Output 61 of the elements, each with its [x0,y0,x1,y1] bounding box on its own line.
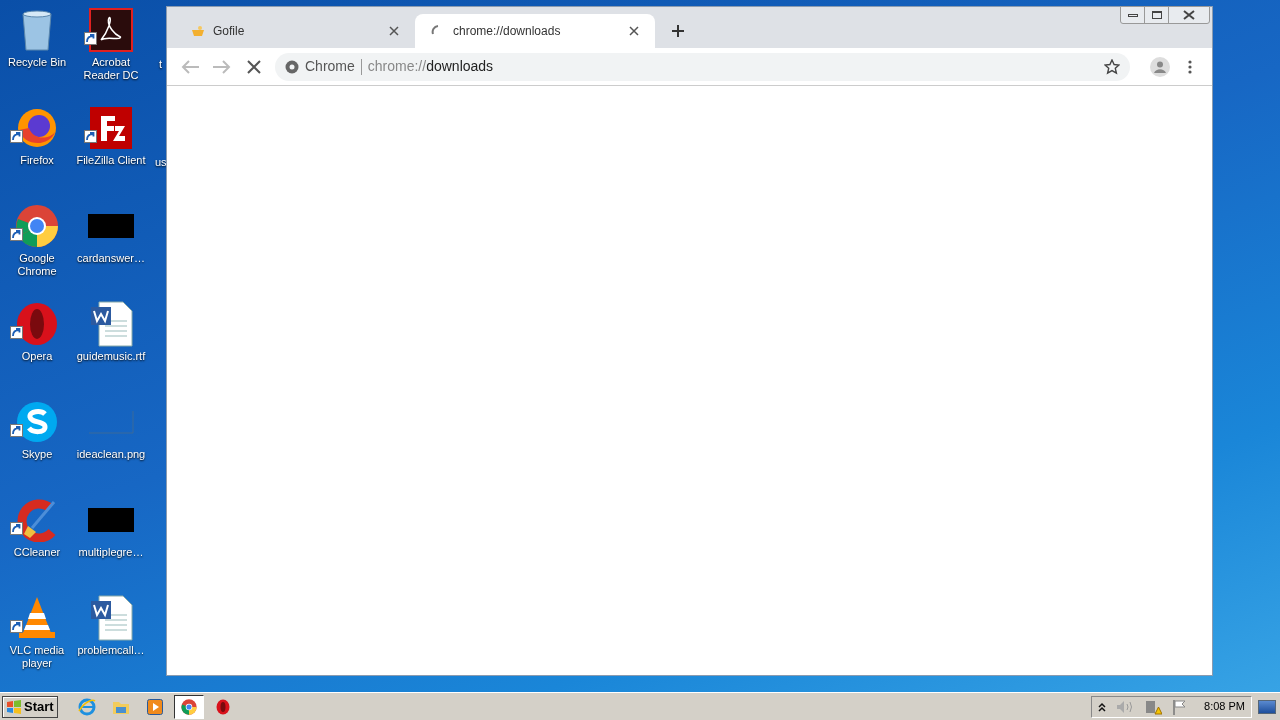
shortcut-arrow-icon [84,130,97,143]
o-logo-icon[interactable] [15,302,59,346]
desktop-icon-label[interactable]: Firefox [19,154,55,167]
start-button[interactable]: Start [2,695,58,718]
chrome-logo-icon [285,59,299,74]
file-thumbnail[interactable] [88,508,134,532]
desktop-icon-label[interactable]: Google Chrome [0,252,74,278]
shortcut-arrow-icon [10,228,23,241]
desktop-icon-label[interactable]: guidemusic.rtf [75,350,147,363]
document-logo-icon[interactable] [89,8,133,52]
show-desktop-button[interactable] [1258,699,1276,714]
desktop-icon-label[interactable]: Skype [20,448,54,461]
stop-icon[interactable] [247,59,261,74]
desktop-icon-label[interactable]: us [155,156,167,169]
desktop-icon-label[interactable]: t [159,58,163,71]
menu-icon[interactable] [1188,59,1192,74]
fox-globe-icon[interactable] [15,106,59,150]
desktop-icon-label[interactable]: multiplegre… [77,546,145,559]
desktop-icon-label[interactable]: Recycle Bin [6,56,68,69]
windows-logo-icon [6,699,22,714]
desktop-icon-label[interactable]: CCleaner [12,546,62,559]
desktop-icon-label[interactable]: Opera [20,350,54,363]
star-icon[interactable] [1104,58,1120,75]
word-document-icon[interactable] [89,595,133,641]
e-globe-icon [77,697,96,716]
tab-title: Gofile [213,23,246,40]
shortcut-arrow-icon [84,32,97,45]
close-tab-icon[interactable] [629,26,639,36]
site-label: Chrome [305,57,355,76]
address-bar[interactable]: Chrome chrome://downloads [275,52,1130,81]
shortcut-arrow-icon [10,424,23,437]
desktop-icon-label[interactable]: VLC media player [0,644,74,670]
s-logo-icon[interactable] [15,400,59,444]
shortcut-arrow-icon [10,522,23,535]
fz-logo-icon[interactable] [89,106,133,150]
desktop-icon-label[interactable]: Acrobat Reader DC [74,56,148,82]
desktop-icon-label[interactable]: problemcall… [76,644,146,657]
shortcut-arrow-icon [10,620,23,633]
word-document-icon[interactable] [89,301,133,347]
shortcut-arrow-icon [10,326,23,339]
browser-tab[interactable]: Gofile [175,14,415,48]
browser-logo-icon[interactable] [15,204,59,248]
profile-avatar-icon[interactable] [1150,56,1170,77]
url-text: chrome://downloads [367,57,494,76]
browser-tab[interactable]: chrome://downloads [415,14,655,48]
browser-logo-icon [180,698,197,715]
desktop-icon-label[interactable]: cardanswer… [76,252,146,265]
play-icon [146,698,163,715]
desktop-icon-label[interactable]: ideaclean.png [75,448,147,461]
shortcut-arrow-icon [10,130,23,143]
favicon-icon [191,25,205,37]
close-icon [1183,10,1195,20]
file-thumbnail[interactable] [88,214,134,238]
chevron-up-icon[interactable] [1098,701,1107,712]
close-tab-icon[interactable] [389,26,399,36]
clock[interactable]: 8:08 PM [1204,698,1245,715]
desktop-icon-label[interactable]: FileZilla Client [75,154,147,167]
o-logo-icon [215,698,230,715]
taskbar-app-button[interactable] [173,694,204,719]
new-tab-icon[interactable] [671,24,685,38]
tab-title: chrome://downloads [453,23,562,40]
